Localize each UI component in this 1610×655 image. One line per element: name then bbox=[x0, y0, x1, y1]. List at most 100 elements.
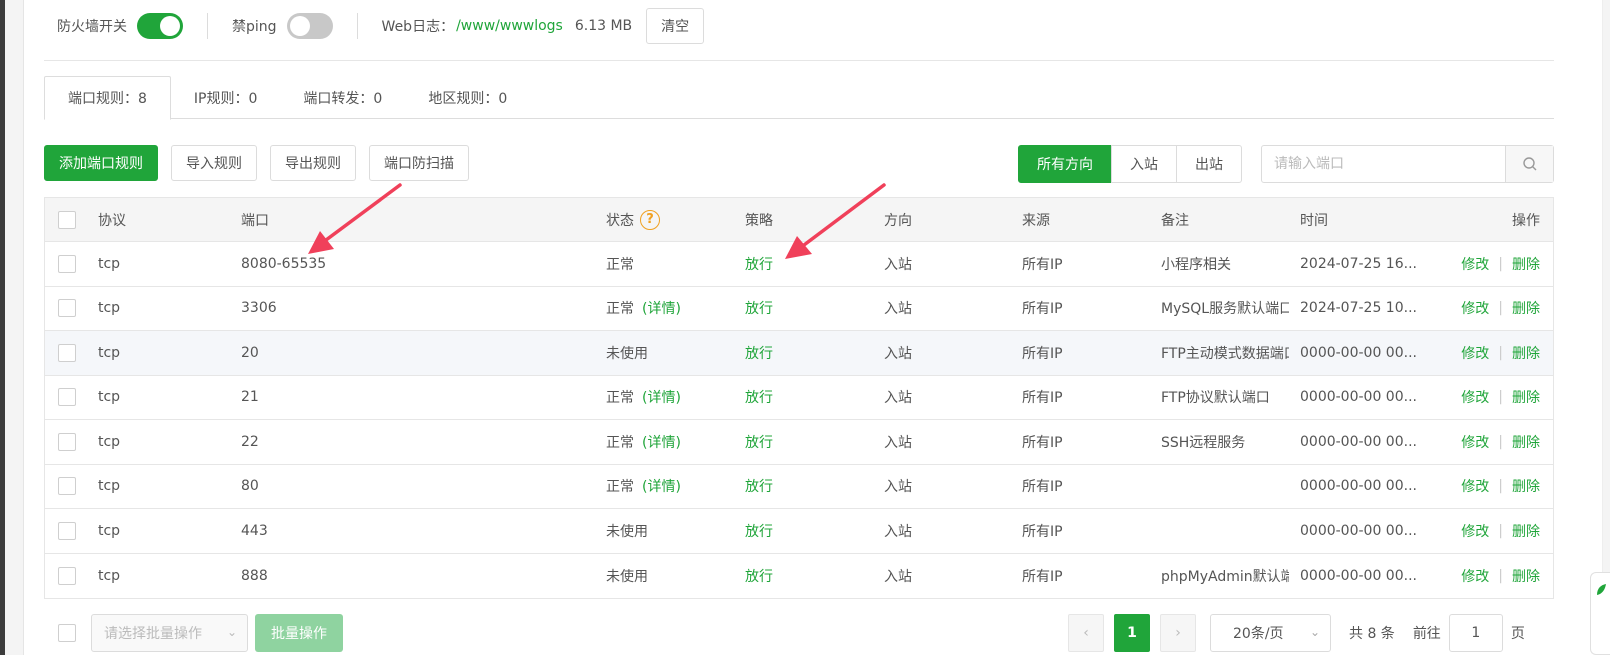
help-icon[interactable]: ? bbox=[640, 209, 660, 230]
select-all-checkbox[interactable] bbox=[58, 210, 76, 229]
direction-all-button[interactable]: 所有方向 bbox=[1018, 145, 1112, 183]
header-protocol: 协议 bbox=[98, 212, 126, 229]
clear-log-button[interactable]: 清空 bbox=[646, 8, 705, 44]
edit-link[interactable]: 修改 bbox=[1461, 343, 1489, 363]
edit-link[interactable]: 修改 bbox=[1461, 566, 1489, 586]
direction-outbound-button[interactable]: 出站 bbox=[1176, 145, 1242, 183]
cell-port: 20 bbox=[241, 344, 259, 361]
toggle-knob bbox=[289, 16, 310, 36]
cell-status: 未使用 bbox=[606, 568, 648, 585]
cell-port: 21 bbox=[241, 389, 259, 406]
delete-link[interactable]: 删除 bbox=[1512, 476, 1540, 496]
edit-link[interactable]: 修改 bbox=[1461, 521, 1489, 541]
cell-direction: 入站 bbox=[884, 479, 912, 496]
cell-policy: 放行 bbox=[745, 568, 773, 585]
edit-link[interactable]: 修改 bbox=[1461, 254, 1489, 274]
row-checkbox[interactable] bbox=[58, 432, 76, 451]
cell-source: 所有IP bbox=[1022, 390, 1063, 407]
cell-status: 正常 bbox=[606, 301, 634, 318]
add-port-rule-button[interactable]: 添加端口规则 bbox=[44, 145, 158, 181]
status-detail-link[interactable]: (详情) bbox=[642, 476, 681, 496]
firewall-toggle[interactable] bbox=[137, 13, 183, 39]
table-body: tcp 8080-65535 正常 放行 入站 所有IP 小程序相关 2024-07-25 1… bbox=[45, 242, 1553, 598]
cell-direction: 入站 bbox=[884, 345, 912, 362]
action-separator: | bbox=[1498, 389, 1503, 406]
edit-link[interactable]: 修改 bbox=[1461, 432, 1489, 452]
cell-status: 未使用 bbox=[606, 523, 648, 540]
cell-port: 888 bbox=[241, 567, 268, 584]
row-checkbox[interactable] bbox=[58, 299, 76, 318]
next-page-button[interactable]: › bbox=[1160, 614, 1196, 652]
chevron-down-icon: ⌄ bbox=[226, 625, 237, 639]
web-log-path-link[interactable]: /www/wwwlogs bbox=[456, 18, 563, 34]
row-checkbox[interactable] bbox=[58, 254, 76, 273]
batch-operation-button[interactable]: 批量操作 bbox=[255, 614, 343, 652]
cell-source: 所有IP bbox=[1022, 479, 1063, 496]
ping-toggle[interactable] bbox=[286, 13, 333, 39]
prev-page-button[interactable]: ‹ bbox=[1068, 614, 1104, 652]
tab-port-rules[interactable]: 端口规则：8 bbox=[44, 76, 171, 120]
port-rules-table: 协议 端口 状态? 策略 方向 来源 备注 时间 操作 tcp 8080-6553… bbox=[44, 197, 1554, 599]
tab-ip-rules[interactable]: IP规则：0 bbox=[171, 76, 280, 119]
status-detail-link[interactable]: (详情) bbox=[642, 298, 681, 318]
direction-filter: 所有方向 入站 出站 bbox=[1018, 145, 1242, 183]
footer-select-all-checkbox[interactable] bbox=[58, 624, 76, 642]
direction-inbound-button[interactable]: 入站 bbox=[1111, 145, 1177, 183]
divider bbox=[207, 13, 208, 39]
status-detail-link[interactable]: (详情) bbox=[642, 432, 681, 452]
delete-link[interactable]: 删除 bbox=[1512, 432, 1540, 452]
edit-link[interactable]: 修改 bbox=[1461, 298, 1489, 318]
goto-label: 前往 bbox=[1412, 626, 1441, 642]
cell-note: phpMyAdmin默认端口 bbox=[1161, 568, 1289, 585]
right-scrollbar[interactable] bbox=[1602, 0, 1610, 655]
import-rules-button[interactable]: 导入规则 bbox=[171, 145, 257, 181]
delete-link[interactable]: 删除 bbox=[1512, 521, 1540, 541]
row-checkbox[interactable] bbox=[58, 477, 76, 496]
cell-source: 所有IP bbox=[1022, 523, 1063, 540]
cell-status: 正常 bbox=[606, 479, 634, 496]
row-checkbox[interactable] bbox=[58, 343, 76, 362]
port-search-input[interactable] bbox=[1262, 146, 1505, 182]
export-rules-button[interactable]: 导出规则 bbox=[270, 145, 356, 181]
tab-port-forwarding[interactable]: 端口转发：0 bbox=[280, 76, 405, 119]
edit-link[interactable]: 修改 bbox=[1461, 387, 1489, 407]
action-separator: | bbox=[1498, 300, 1503, 317]
goto-unit: 页 bbox=[1510, 626, 1525, 642]
row-checkbox[interactable] bbox=[58, 566, 76, 585]
cell-port: 8080-65535 bbox=[241, 255, 327, 272]
floating-service-widget[interactable] bbox=[1590, 572, 1610, 655]
delete-link[interactable]: 删除 bbox=[1512, 387, 1540, 407]
cell-source: 所有IP bbox=[1022, 568, 1063, 585]
delete-link[interactable]: 删除 bbox=[1512, 254, 1540, 274]
delete-link[interactable]: 删除 bbox=[1512, 566, 1540, 586]
firewall-settings-row: 防火墙开关 禁ping Web日志： /www/wwwlogs 6.13 MB … bbox=[57, 8, 705, 44]
cell-source: 所有IP bbox=[1022, 345, 1063, 362]
cell-protocol: tcp bbox=[98, 522, 121, 539]
cell-policy: 放行 bbox=[745, 301, 773, 318]
delete-link[interactable]: 删除 bbox=[1512, 343, 1540, 363]
edit-link[interactable]: 修改 bbox=[1461, 476, 1489, 496]
action-separator: | bbox=[1498, 567, 1503, 584]
row-checkbox[interactable] bbox=[58, 521, 76, 540]
cell-status: 正常 bbox=[606, 434, 634, 451]
cell-port: 443 bbox=[241, 522, 268, 539]
row-checkbox[interactable] bbox=[58, 388, 76, 407]
cell-protocol: tcp bbox=[98, 300, 121, 317]
cell-protocol: tcp bbox=[98, 567, 121, 584]
batch-operation-select[interactable]: 请选择批量操作 ⌄ bbox=[91, 614, 248, 652]
toggle-knob bbox=[160, 16, 180, 36]
divider bbox=[356, 13, 358, 39]
header-policy: 策略 bbox=[745, 212, 773, 229]
search-button[interactable] bbox=[1505, 146, 1553, 182]
delete-link[interactable]: 删除 bbox=[1512, 298, 1540, 318]
cell-policy: 放行 bbox=[745, 345, 773, 362]
page-size-select[interactable]: 20条/页 ⌄ bbox=[1210, 614, 1331, 652]
page-1-button[interactable]: 1 bbox=[1114, 614, 1150, 652]
status-detail-link[interactable]: (详情) bbox=[642, 387, 681, 407]
goto-page-input[interactable]: 1 bbox=[1448, 614, 1503, 652]
port-anti-scan-button[interactable]: 端口防扫描 bbox=[369, 145, 469, 181]
table-footer: 请选择批量操作 ⌄ 批量操作 ‹ 1 › 20条/页 ⌄ 共 8 条 前往 1 … bbox=[44, 612, 1554, 655]
header-source: 来源 bbox=[1022, 212, 1050, 229]
tab-region-rules[interactable]: 地区规则：0 bbox=[405, 76, 530, 119]
cell-time: 2024-07-25 16... bbox=[1300, 255, 1417, 272]
